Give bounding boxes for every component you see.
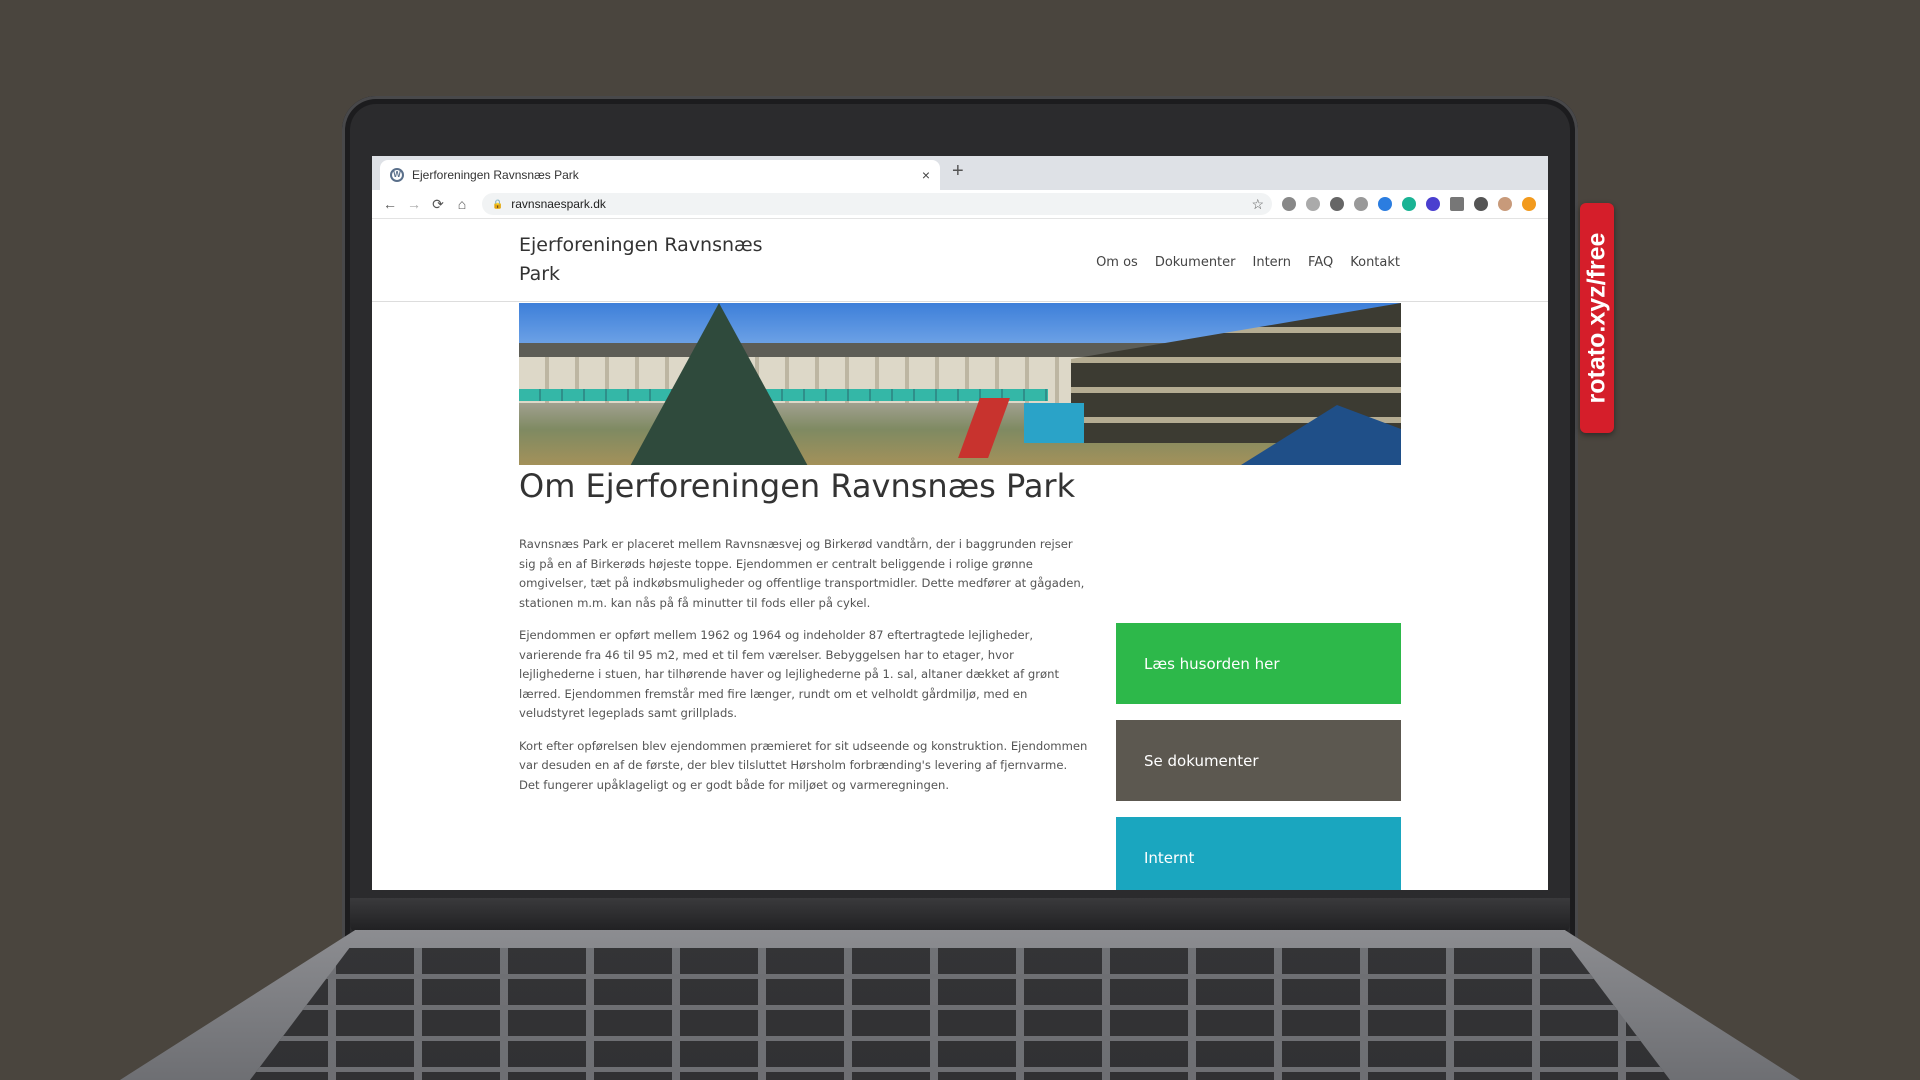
- nav-om-os[interactable]: Om os: [1096, 255, 1138, 270]
- home-icon[interactable]: ⌂: [450, 196, 474, 212]
- tab-title: Ejerforeningen Ravnsnæs Park: [412, 168, 579, 182]
- profile-avatar[interactable]: [1498, 197, 1512, 211]
- extensions-bar: [1282, 197, 1536, 211]
- nav-intern[interactable]: Intern: [1253, 255, 1292, 270]
- nav-dokumenter[interactable]: Dokumenter: [1155, 255, 1236, 270]
- reload-icon[interactable]: ⟳: [426, 196, 450, 213]
- cta-buttons: Læs husorden her Se dokumenter Internt: [1116, 623, 1401, 890]
- browser-tabbar: W Ejerforeningen Ravnsnæs Park × +: [372, 156, 1548, 190]
- update-icon[interactable]: [1522, 197, 1536, 211]
- keyboard-rows: [250, 948, 1670, 1080]
- site-logo[interactable]: Ejerforeningen Ravnsnæs Park: [519, 231, 779, 289]
- eyedropper-icon[interactable]: [1282, 197, 1296, 211]
- page-title: Om Ejerforeningen Ravnsnæs Park: [519, 467, 1076, 505]
- camera-icon[interactable]: [1354, 197, 1368, 211]
- site-header: Ejerforeningen Ravnsnæs Park Om os Dokum…: [372, 219, 1548, 302]
- dokumenter-button[interactable]: Se dokumenter: [1116, 720, 1401, 801]
- paragraph: Kort efter opførelsen blev ejendommen pr…: [519, 738, 1088, 792]
- nav-kontakt[interactable]: Kontakt: [1350, 255, 1400, 270]
- paragraph: Ejendommen er opført mellem 1962 og 1964…: [519, 628, 1060, 720]
- puzzle-icon[interactable]: [1474, 197, 1488, 211]
- rotato-badge[interactable]: rotato.xyz/free: [1580, 203, 1614, 433]
- husorden-button[interactable]: Læs husorden her: [1116, 623, 1401, 704]
- intro-text: Ravnsnæs Park er placeret mellem Ravnsnæ…: [519, 535, 1091, 808]
- laptop-hinge: [350, 898, 1570, 934]
- wordpress-ext-icon[interactable]: [1330, 197, 1344, 211]
- cube-ext-icon[interactable]: [1426, 197, 1440, 211]
- nav-faq[interactable]: FAQ: [1308, 255, 1333, 270]
- new-tab-button[interactable]: +: [952, 160, 964, 183]
- screen-ext-icon[interactable]: [1450, 197, 1464, 211]
- address-bar[interactable]: 🔒 ravnsnaespark.dk ☆: [482, 193, 1272, 215]
- website: Ejerforeningen Ravnsnæs Park Om os Dokum…: [372, 219, 1548, 890]
- function-icon[interactable]: [1306, 197, 1320, 211]
- internt-button[interactable]: Internt: [1116, 817, 1401, 890]
- hero-image: [519, 303, 1401, 465]
- browser-tab[interactable]: W Ejerforeningen Ravnsnæs Park ×: [380, 160, 940, 190]
- back-icon[interactable]: ←: [378, 196, 402, 212]
- check-ext-icon[interactable]: [1402, 197, 1416, 211]
- lock-icon: 🔒: [492, 198, 504, 209]
- laptop-screen: W Ejerforeningen Ravnsnæs Park × + ← → ⟳…: [372, 156, 1548, 890]
- browser-toolbar: ← → ⟳ ⌂ 🔒 ravnsnaespark.dk ☆: [372, 190, 1548, 219]
- close-tab-icon[interactable]: ×: [922, 167, 930, 183]
- url-text: ravnsnaespark.dk: [511, 197, 606, 211]
- wordpress-icon: W: [390, 168, 404, 182]
- link-ext-icon[interactable]: [1378, 197, 1392, 211]
- forward-icon[interactable]: →: [402, 196, 426, 212]
- paragraph: Ravnsnæs Park er placeret mellem Ravnsnæ…: [519, 537, 1085, 610]
- badge-text: rotato.xyz/free: [1582, 232, 1611, 404]
- bookmark-star-icon[interactable]: ☆: [1251, 196, 1264, 213]
- main-nav: Om os Dokumenter Intern FAQ Kontakt: [1096, 255, 1400, 270]
